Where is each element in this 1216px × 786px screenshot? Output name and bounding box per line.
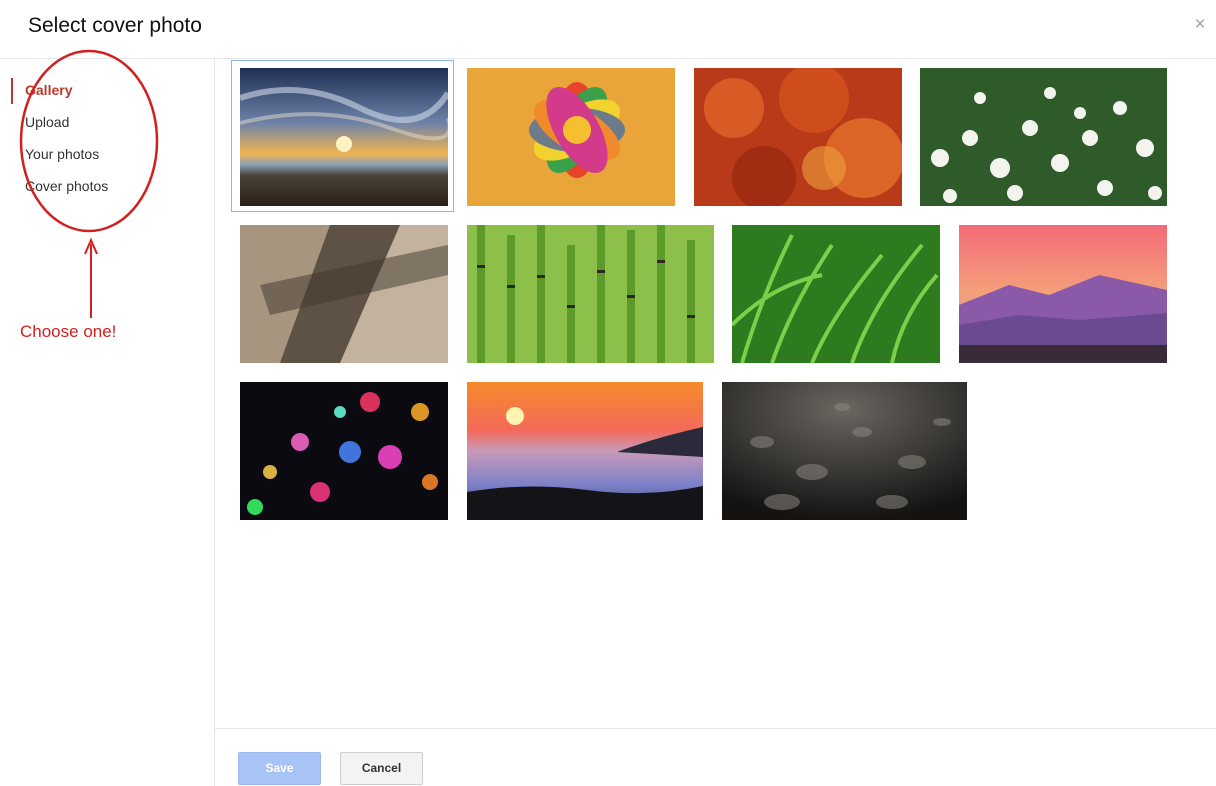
photo-green-grass[interactable] xyxy=(732,225,940,363)
save-button[interactable]: Save xyxy=(238,752,321,785)
photo-white-daisies[interactable] xyxy=(920,68,1167,206)
annotation-note: Choose one! xyxy=(20,322,117,341)
sidebar-divider xyxy=(214,59,215,786)
cancel-button[interactable]: Cancel xyxy=(340,752,423,785)
close-icon[interactable]: × xyxy=(1191,14,1209,36)
annotation-circle xyxy=(19,49,159,233)
annotation-overlay xyxy=(19,49,159,318)
photo-abstract-folds[interactable] xyxy=(240,225,448,363)
photo-bokeh-lights[interactable] xyxy=(240,382,448,520)
photo-pink-mountains[interactable] xyxy=(959,225,1167,363)
photo-red-maple-leaves[interactable] xyxy=(694,68,902,206)
photo-beach-sunset[interactable] xyxy=(240,68,448,206)
photo-horsetail-plants[interactable] xyxy=(467,225,714,363)
photo-water-droplets[interactable] xyxy=(722,382,967,520)
footer-divider xyxy=(215,728,1216,729)
photo-colorful-petals[interactable] xyxy=(467,68,675,206)
photo-sea-of-clouds-sunset[interactable] xyxy=(467,382,703,520)
